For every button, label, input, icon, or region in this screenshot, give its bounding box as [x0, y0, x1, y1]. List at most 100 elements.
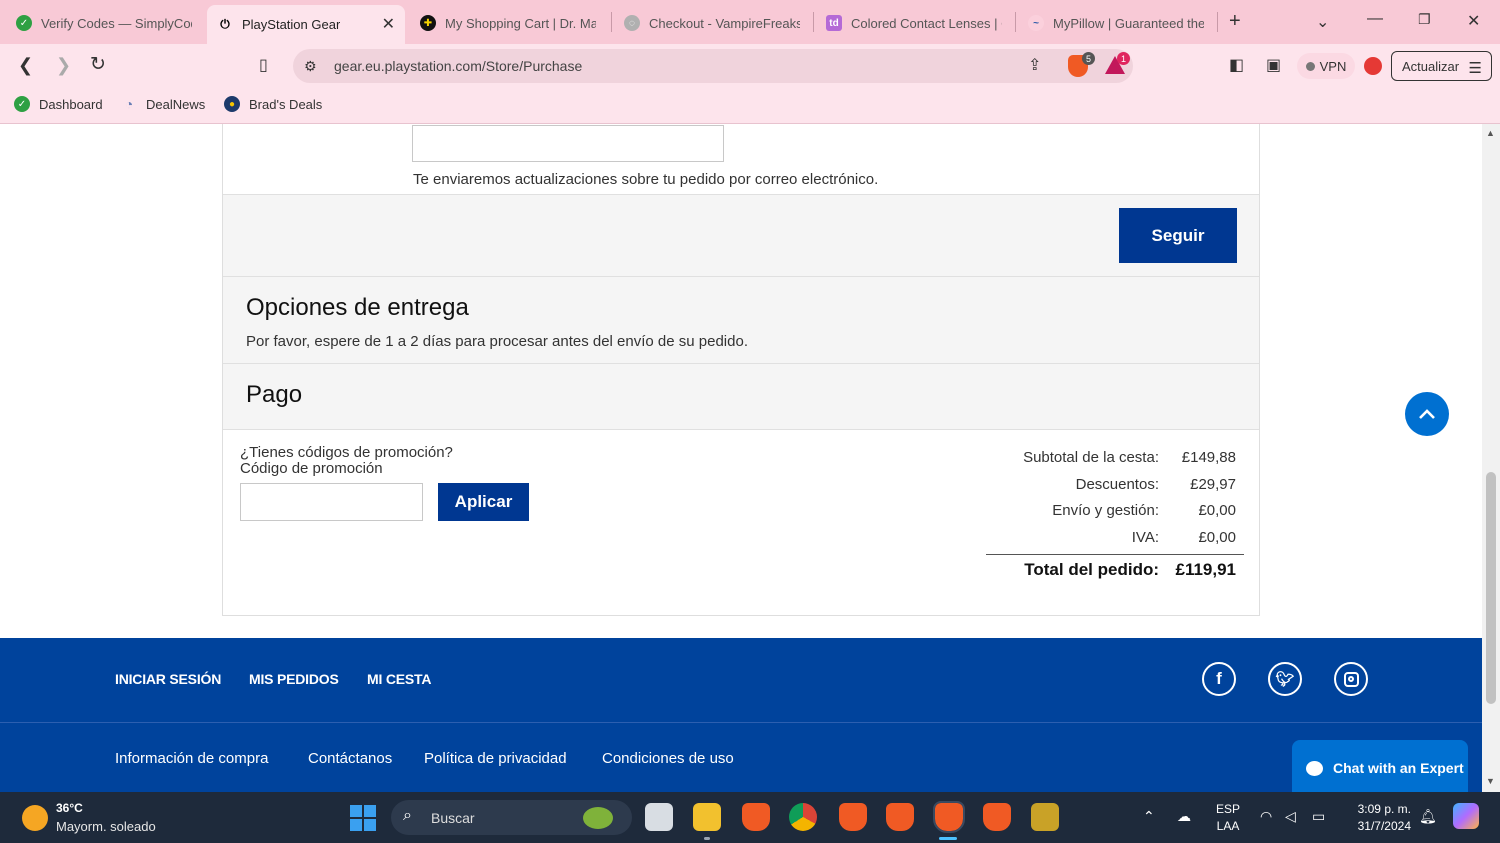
chrome-icon[interactable]: [789, 803, 817, 831]
url-text[interactable]: gear.eu.playstation.com/Store/Purchase: [334, 58, 582, 74]
wallet-icon[interactable]: ▣: [1266, 57, 1281, 75]
simplycodes-favicon-icon: ✓: [16, 15, 32, 31]
promo-question: ¿Tienes códigos de promoción?: [240, 444, 453, 461]
footer-my-orders-link[interactable]: MIS PEDIDOS: [249, 671, 339, 687]
facebook-icon[interactable]: f: [1202, 662, 1236, 696]
game-app-icon[interactable]: [1031, 803, 1059, 831]
close-window-icon[interactable]: ✕: [1467, 11, 1480, 31]
delivery-note: Por favor, espere de 1 a 2 días para pro…: [246, 333, 748, 350]
tab-title: My Shopping Cart | Dr. Martens: [445, 15, 596, 31]
tab-dr-martens[interactable]: ✚ My Shopping Cart | Dr. Martens: [410, 6, 606, 40]
bookmark-dealnews[interactable]: ◔ DealNews: [121, 96, 205, 112]
payment-section[interactable]: Pago: [223, 364, 1259, 430]
bookmarks-bar: ✓ Dashboard ◔ DealNews ● Brad's Deals: [0, 89, 1500, 124]
rss-icon: ◔: [124, 96, 134, 112]
instagram-icon[interactable]: [1334, 662, 1368, 696]
footer-terms-link[interactable]: Condiciones de uso: [602, 750, 734, 767]
minimize-icon[interactable]: —: [1367, 10, 1383, 28]
tab-title: MyPillow | Guaranteed the Most: [1053, 15, 1204, 31]
dr-martens-favicon-icon: ✚: [420, 15, 436, 31]
promo-code-label: Código de promoción: [240, 460, 383, 477]
footer-contact-link[interactable]: Contáctanos: [308, 750, 392, 767]
delivery-title: Opciones de entrega: [246, 294, 469, 321]
tax-value: £0,00: [1198, 528, 1236, 546]
new-tab-button[interactable]: +: [1229, 10, 1241, 33]
forward-arrow-icon[interactable]: ❯: [56, 56, 71, 74]
bookmark-dashboard[interactable]: ✓ Dashboard: [14, 96, 103, 112]
tab-search-chevron-icon[interactable]: ⌄: [1316, 12, 1329, 32]
rewards-count-badge: 1: [1117, 52, 1130, 65]
scroll-up-arrow-icon[interactable]: ▲: [1486, 128, 1495, 138]
site-info-icon[interactable]: ⚙: [304, 57, 317, 75]
volume-icon[interactable]: ◁: [1285, 808, 1296, 825]
apply-promo-button[interactable]: Aplicar: [438, 483, 529, 521]
footer-my-basket-link[interactable]: MI CESTA: [367, 671, 431, 687]
page-scrollbar[interactable]: ▲ ▼: [1482, 124, 1500, 792]
file-explorer-icon[interactable]: [693, 803, 721, 831]
weather-description[interactable]: Mayorm. soleado: [56, 819, 156, 834]
footer-purchase-info-link[interactable]: Información de compra: [115, 750, 268, 767]
chat-label: Chat with an Expert: [1333, 760, 1464, 776]
promo-code-input[interactable]: [240, 483, 423, 521]
tab-verify-codes[interactable]: ✓ Verify Codes — SimplyCodes: [6, 6, 202, 40]
reload-icon[interactable]: ↻: [90, 55, 106, 74]
bookmark-brads-deals[interactable]: ● Brad's Deals: [224, 96, 322, 112]
input-language[interactable]: ESP LAA: [1216, 801, 1240, 835]
tab-vampirefreaks[interactable]: ◌ Checkout - VampireFreaks: [614, 6, 810, 40]
footer-privacy-link[interactable]: Política de privacidad: [424, 750, 567, 767]
tab-playstation-gear[interactable]: ⏻ PlayStation Gear ✕: [207, 5, 405, 44]
tab-mypillow[interactable]: ~ MyPillow | Guaranteed the Most: [1018, 6, 1214, 40]
onedrive-offline-icon[interactable]: ☁: [1177, 808, 1191, 825]
tax-row: IVA: £0,00: [986, 527, 1244, 554]
address-bar[interactable]: ⚙ gear.eu.playstation.com/Store/Purchase…: [293, 49, 1133, 83]
twitter-icon[interactable]: 🐦︎: [1268, 662, 1302, 696]
keyboard-layout: LAA: [1216, 819, 1240, 833]
brave-profile-4-icon[interactable]: [983, 803, 1011, 831]
task-view-icon[interactable]: [645, 803, 673, 831]
language-code: ESP: [1216, 802, 1241, 816]
copilot-icon[interactable]: [1453, 803, 1479, 829]
close-tab-icon[interactable]: ✕: [382, 14, 395, 34]
tab-title: PlayStation Gear: [242, 17, 341, 32]
extension-icon[interactable]: [1364, 57, 1382, 75]
order-totals: Subtotal de la cesta: £149,88 Descuentos…: [986, 447, 1244, 585]
scroll-to-top-button[interactable]: [1405, 392, 1449, 436]
vpn-button[interactable]: VPN: [1297, 53, 1355, 79]
update-button[interactable]: Actualizar ☰: [1391, 51, 1492, 81]
mypillow-favicon-icon: ~: [1028, 15, 1044, 31]
share-icon[interactable]: ⇪: [1028, 57, 1041, 75]
chat-with-expert-button[interactable]: Chat with an Expert: [1292, 740, 1468, 792]
shields-count-badge: 5: [1082, 52, 1095, 65]
brave-active-icon[interactable]: [933, 801, 965, 833]
brave-browser-icon[interactable]: [742, 803, 770, 831]
brave-profile-2-icon[interactable]: [839, 803, 867, 831]
update-label: Actualizar: [1402, 58, 1460, 74]
globe-icon: ◌: [624, 15, 640, 31]
site-footer: INICIAR SESIÓN MIS PEDIDOS MI CESTA f 🐦︎…: [0, 638, 1482, 792]
bookmark-icon[interactable]: ▯: [259, 57, 268, 75]
tax-label: IVA:: [1131, 528, 1159, 546]
taskbar-search[interactable]: ⌕ Buscar: [391, 800, 632, 835]
back-arrow-icon[interactable]: ❮: [18, 56, 33, 74]
email-field[interactable]: [412, 125, 724, 162]
clock-date: 31/7/2024: [1357, 819, 1411, 833]
clock[interactable]: 3:09 p. m. 31/7/2024: [1347, 801, 1411, 835]
sidebar-icon[interactable]: ◧: [1229, 57, 1244, 75]
weather-temperature[interactable]: 36°C: [56, 801, 83, 815]
notifications-bell-icon[interactable]: 🔔︎: [1419, 808, 1437, 825]
scroll-down-arrow-icon[interactable]: ▼: [1486, 776, 1495, 786]
wifi-icon[interactable]: ◠: [1260, 808, 1272, 825]
tab-title: Checkout - VampireFreaks: [649, 15, 800, 31]
continue-button[interactable]: Seguir: [1119, 208, 1237, 263]
tab-colored-contacts[interactable]: td Colored Contact Lenses | Colors: [816, 6, 1012, 40]
scrollbar-thumb[interactable]: [1486, 472, 1496, 704]
footer-login-link[interactable]: INICIAR SESIÓN: [115, 671, 221, 687]
weather-sun-icon[interactable]: [22, 805, 48, 831]
tab-title: Verify Codes — SimplyCodes: [41, 15, 192, 31]
restore-icon[interactable]: ❐: [1418, 11, 1431, 28]
windows-start-icon[interactable]: [350, 805, 376, 831]
show-hidden-icons-chevron-icon[interactable]: ⌃: [1143, 808, 1155, 825]
brave-profile-3-icon[interactable]: [886, 803, 914, 831]
battery-icon[interactable]: ▭: [1312, 808, 1325, 825]
subtotal-label: Subtotal de la cesta:: [1023, 449, 1159, 466]
